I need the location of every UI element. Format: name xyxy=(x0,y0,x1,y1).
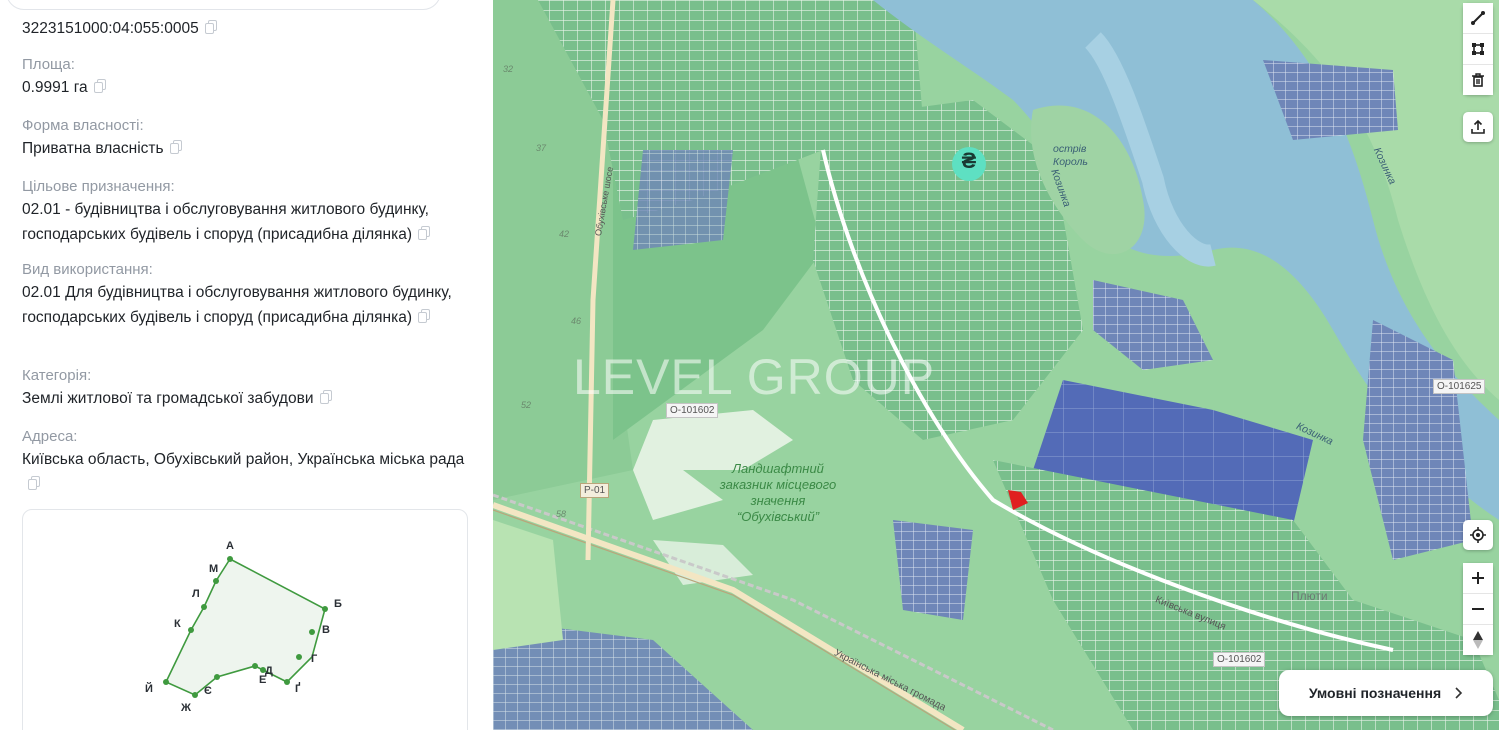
draw-polygon-icon[interactable] xyxy=(1463,34,1493,65)
zoom-in-icon[interactable] xyxy=(1463,563,1493,594)
address-label: Адреса: xyxy=(22,428,78,445)
chevron-right-icon xyxy=(1455,687,1463,699)
elevation-label: 46 xyxy=(571,316,582,326)
parcel-info-panel: 3223151000:04:055:0005 Площа: 0.9991 га … xyxy=(0,0,493,730)
trash-icon[interactable] xyxy=(1463,65,1493,95)
vertex-label: В xyxy=(322,624,330,636)
usage-value: 02.01 Для будівництва і обслуговування ж… xyxy=(22,284,452,326)
copy-icon[interactable] xyxy=(418,308,431,323)
elevation-label: 52 xyxy=(521,400,532,410)
purpose-label: Цільове призначення: xyxy=(22,178,175,195)
vertex-label: Ґ xyxy=(295,682,301,695)
vertex-label: Є xyxy=(204,685,212,697)
category-value: Землі житлової та громадської забудови xyxy=(22,390,314,407)
address-field: Адреса: Київська область, Обухівський ра… xyxy=(22,426,467,497)
elevation-label: 42 xyxy=(559,229,570,239)
vertex-label: Ж xyxy=(180,702,191,714)
legend-label: Умовні позначення xyxy=(1308,685,1442,701)
ownership-value: Приватна власність xyxy=(22,140,164,157)
elevation-label: 32 xyxy=(503,64,514,74)
vertex-label: Л xyxy=(192,588,200,600)
zoom-controls xyxy=(1463,563,1493,655)
road-label: Р-01 xyxy=(580,483,610,498)
vertex-label: Б xyxy=(334,598,342,610)
cadastral-number: 3223151000:04:055:0005 xyxy=(22,20,199,37)
copy-icon[interactable] xyxy=(93,79,106,94)
area-label: Площа: xyxy=(22,56,75,73)
legend-button[interactable]: Умовні позначення xyxy=(1279,670,1493,716)
copy-icon[interactable] xyxy=(169,140,182,155)
map-view[interactable]: ₴ LEVEL GROUP Ландшафтний заказник місце… xyxy=(493,0,1499,730)
area-field: Площа: 0.9991 га xyxy=(22,54,467,101)
ownership-label: Форма власності: xyxy=(22,117,144,134)
reserve-label: Ландшафтний заказник місцевого значення … xyxy=(719,461,837,524)
area-value: 0.9991 га xyxy=(22,79,88,96)
cadastral-field: 3223151000:04:055:0005 xyxy=(22,17,467,42)
vertex-label: Г xyxy=(311,653,318,665)
road-label: О-101625 xyxy=(1433,379,1486,394)
purpose-value: 02.01 - будівництва і обслуговування жит… xyxy=(22,201,429,243)
parcel-plan: А Б В Г Ґ Д Е Є Ж Й К Л М xyxy=(22,509,468,730)
elevation-label: 37 xyxy=(536,143,547,153)
place-label: Плюти xyxy=(1291,589,1328,603)
address-value: Київська область, Обухівський район, Укр… xyxy=(22,451,465,468)
usage-field: Вид використання: 02.01 Для будівництва … xyxy=(22,259,467,330)
purpose-field: Цільове призначення: 02.01 - будівництва… xyxy=(22,176,467,247)
watermark: LEVEL GROUP xyxy=(573,349,936,405)
search-card[interactable] xyxy=(6,0,441,10)
currency-marker[interactable]: ₴ xyxy=(956,148,982,174)
category-field: Категорія: Землі житлової та громадської… xyxy=(22,365,467,412)
zoom-out-icon[interactable] xyxy=(1463,594,1493,625)
elevation-label: 58 xyxy=(556,509,567,519)
vertex-label: А xyxy=(226,540,234,552)
island-label: острів Король xyxy=(1053,143,1088,168)
locate-icon[interactable] xyxy=(1463,520,1493,550)
ownership-field: Форма власності: Приватна власність xyxy=(22,115,467,162)
draw-toolbar xyxy=(1463,3,1493,95)
compass-icon[interactable] xyxy=(1463,625,1493,655)
road-label: О-101602 xyxy=(666,403,719,418)
usage-label: Вид використання: xyxy=(22,261,153,278)
road-label: О-101602 xyxy=(1213,652,1266,667)
copy-icon[interactable] xyxy=(418,225,431,240)
copy-icon[interactable] xyxy=(204,20,217,35)
vertex-label: К xyxy=(174,618,181,630)
vertex-label: Й xyxy=(145,682,153,695)
parcel-plan-drawing: А Б В Г Ґ Д Е Є Ж Й К Л М xyxy=(145,540,342,714)
draw-line-icon[interactable] xyxy=(1463,3,1493,34)
share-icon[interactable] xyxy=(1463,112,1493,142)
category-label: Категорія: xyxy=(22,367,92,384)
vertex-label: М xyxy=(209,563,218,575)
vertex-label: Е xyxy=(259,674,266,686)
copy-icon[interactable] xyxy=(28,475,40,490)
copy-icon[interactable] xyxy=(319,390,332,405)
